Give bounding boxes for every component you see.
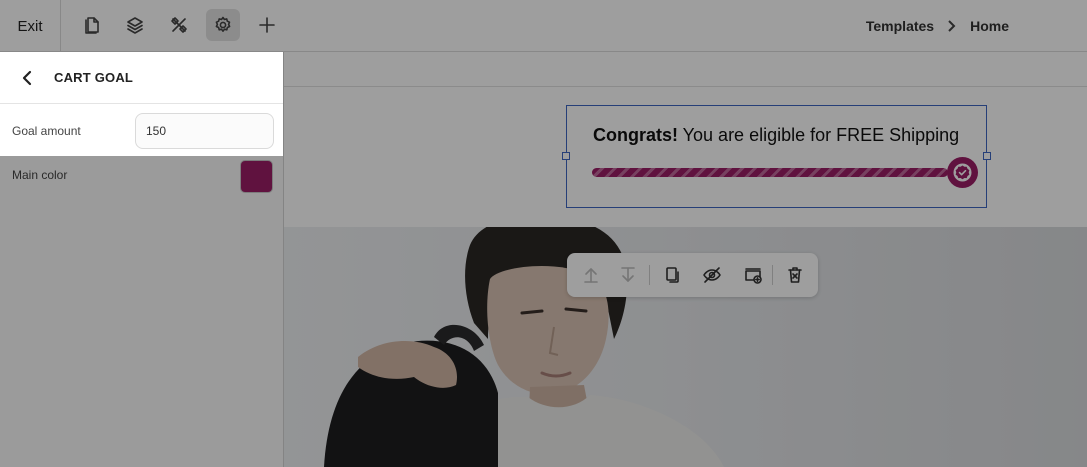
main-color-label: Main color	[12, 168, 68, 182]
delete-icon	[788, 267, 802, 283]
move-up-icon	[584, 268, 598, 283]
sidebar-title: CART GOAL	[54, 70, 134, 85]
add-section-icon	[745, 268, 762, 284]
breadcrumb: Templates Home	[866, 0, 1009, 52]
layers-icon	[127, 17, 143, 34]
toolbar-divider	[649, 265, 650, 285]
toolbar-divider	[772, 265, 773, 285]
gear-icon	[215, 16, 231, 32]
cart-goal-progress-bar	[592, 168, 948, 177]
goal-amount-label: Goal amount	[12, 124, 81, 138]
cart-goal-text: You are eligible for FREE Shipping	[678, 125, 960, 145]
cart-goal-block[interactable]: Congrats! You are eligible for FREE Ship…	[562, 105, 991, 208]
duplicate-icon	[666, 267, 679, 283]
hide-button[interactable]	[701, 264, 723, 286]
layers-button[interactable]	[118, 9, 152, 41]
add-section-button[interactable]	[742, 264, 764, 286]
breadcrumb-templates[interactable]: Templates	[866, 18, 934, 34]
editor-canvas: Congrats! You are eligible for FREE Ship…	[284, 52, 1087, 467]
settings-sidebar: CART GOAL Goal amount Main color	[0, 52, 284, 467]
cart-goal-message: Congrats! You are eligible for FREE Ship…	[593, 125, 959, 146]
back-button[interactable]	[19, 69, 37, 87]
delete-button[interactable]	[784, 264, 806, 286]
verified-check-icon	[953, 163, 972, 182]
resize-handle-left[interactable]	[562, 152, 570, 160]
top-bar: Exit Templates Home	[0, 0, 1087, 52]
tools-button[interactable]	[162, 9, 196, 41]
move-down-button[interactable]	[617, 264, 639, 286]
main-color-row: Main color	[0, 156, 283, 208]
pages-button[interactable]	[75, 9, 109, 41]
add-button[interactable]	[250, 9, 284, 41]
move-down-icon	[621, 267, 635, 282]
page-icon	[85, 17, 99, 34]
element-toolbar	[567, 253, 818, 297]
goal-amount-row: Goal amount	[0, 104, 283, 156]
goal-amount-input[interactable]	[135, 113, 274, 149]
move-up-button[interactable]	[580, 264, 602, 286]
main-color-swatch[interactable]	[240, 160, 273, 193]
chevron-left-icon	[22, 70, 32, 86]
sidebar-header: CART GOAL	[0, 52, 283, 104]
settings-button[interactable]	[206, 9, 240, 41]
cart-goal-section: Congrats! You are eligible for FREE Ship…	[284, 87, 1087, 227]
plus-icon	[259, 17, 275, 33]
goal-reached-badge	[947, 157, 978, 188]
hide-icon	[703, 267, 721, 283]
cart-goal-bold-text: Congrats!	[593, 125, 678, 145]
canvas-subbar	[284, 52, 1087, 87]
resize-handle-right[interactable]	[983, 152, 991, 160]
breadcrumb-home[interactable]: Home	[970, 18, 1009, 34]
tools-icon	[171, 17, 187, 33]
chevron-right-icon	[946, 20, 958, 32]
exit-button[interactable]: Exit	[0, 0, 61, 52]
duplicate-button[interactable]	[661, 264, 683, 286]
